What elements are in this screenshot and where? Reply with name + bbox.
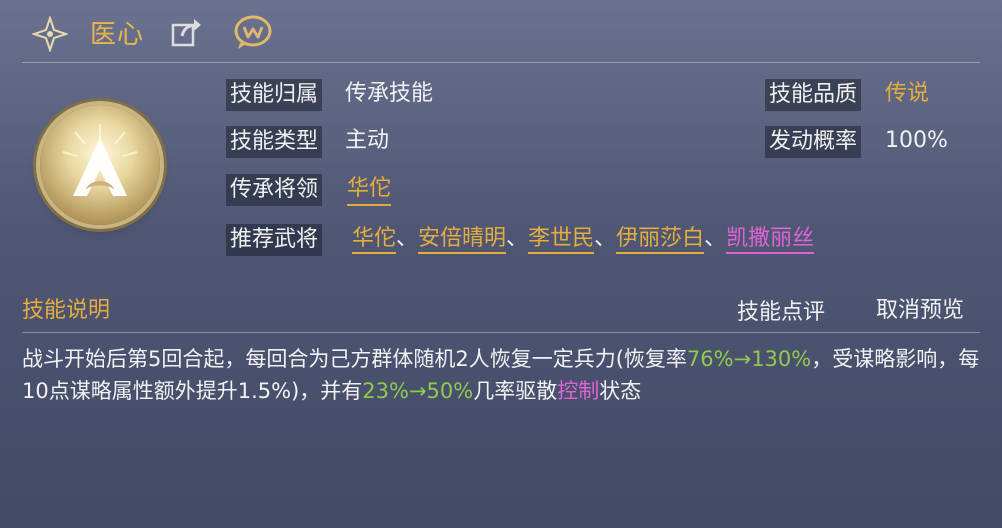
skill-title: 医心 — [90, 20, 145, 50]
recommended-label: 推荐武将 — [226, 224, 323, 256]
skill-description: 战斗开始后第5回合起，每回合为己方群体随机2人恢复一定兵力(恢复率76%→130… — [22, 343, 982, 407]
description-text: 状态 — [599, 379, 642, 403]
description-text: 战斗开始后第5回合起，每回合为己方群体随机2人恢复一定兵力(恢复率 — [22, 347, 687, 371]
header-divider — [22, 62, 980, 63]
cancel-preview-button[interactable]: 取消预览 — [876, 292, 964, 324]
recovery-rate-value: 76%→130% — [686, 347, 812, 371]
list-separator: 、 — [506, 226, 529, 251]
recommended-general-link[interactable]: 伊丽莎白 — [616, 224, 705, 254]
skill-emblem-icon — [40, 105, 160, 225]
type-value: 主动 — [345, 128, 390, 153]
dispel-rate-value: 23%→50% — [362, 379, 474, 403]
type-label: 技能类型 — [226, 126, 323, 158]
chat-icon[interactable] — [232, 13, 274, 51]
trigger-rate-label: 发动概率 — [765, 126, 862, 158]
quality-value: 传说 — [885, 81, 930, 106]
list-separator: 、 — [396, 226, 419, 251]
recommended-general-link[interactable]: 安倍晴明 — [418, 224, 507, 254]
inherit-general-label: 传承将领 — [226, 174, 323, 206]
share-icon[interactable] — [170, 16, 204, 48]
top-bar: 医心 — [0, 0, 1002, 62]
description-text: 几率驱散 — [473, 379, 558, 403]
section-divider — [22, 332, 980, 333]
recommended-general-link[interactable]: 李世民 — [528, 224, 595, 254]
recommended-general-link[interactable]: 华佗 — [352, 224, 397, 254]
list-separator: 、 — [704, 226, 727, 251]
trigger-rate-value: 100% — [885, 128, 948, 153]
attribution-value: 传承技能 — [345, 81, 434, 106]
recommended-general-link[interactable]: 凯撒丽丝 — [726, 224, 815, 254]
section-title: 技能说明 — [22, 298, 111, 323]
four-point-star-icon — [32, 16, 68, 52]
quality-label: 技能品质 — [765, 79, 862, 111]
skill-review-button[interactable]: 技能点评 — [737, 294, 825, 326]
attribution-label: 技能归属 — [226, 79, 323, 111]
list-separator: 、 — [594, 226, 617, 251]
inherit-general-link[interactable]: 华佗 — [347, 174, 392, 206]
control-keyword[interactable]: 控制 — [557, 379, 599, 403]
recommended-generals: 华佗 、 安倍晴明 、 李世民 、 伊丽莎白 、 凯撒丽丝 — [352, 224, 815, 254]
